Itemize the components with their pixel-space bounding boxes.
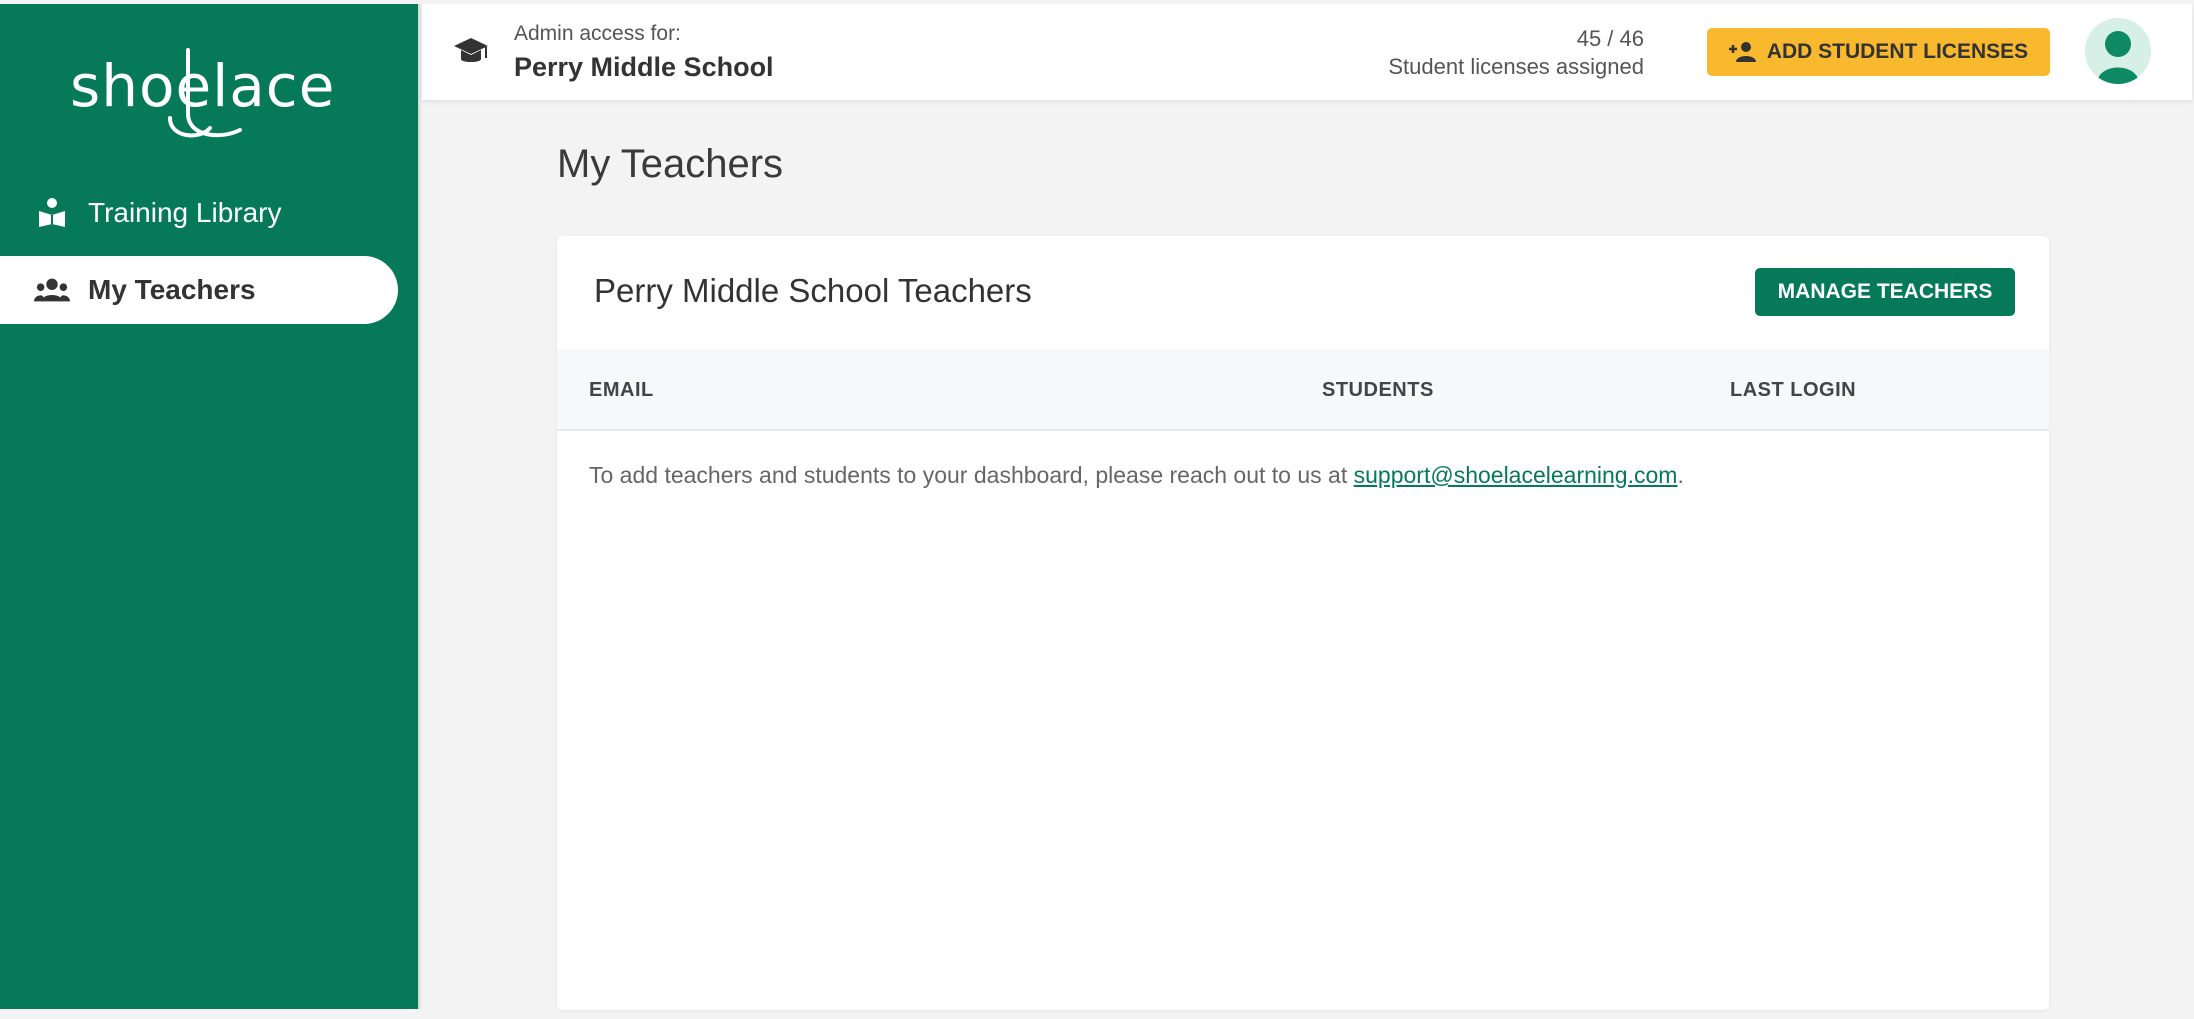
admin-access-label: Admin access for: — [514, 22, 681, 45]
sidebar-item-label: Training Library — [88, 197, 282, 228]
book-reader-icon — [34, 195, 70, 231]
manage-teachers-button[interactable]: MANAGE TEACHERS — [1755, 268, 2015, 316]
top-bar: Admin access for: Perry Middle School 45… — [422, 4, 2192, 100]
empty-state-period: . — [1677, 462, 1684, 488]
column-header-email[interactable]: EMAIL — [589, 379, 654, 402]
sidebar-shadow — [418, 4, 422, 1009]
table-header: EMAIL STUDENTS LAST LOGIN — [557, 349, 2049, 431]
add-student-licenses-label: ADD STUDENT LICENSES — [1766, 40, 2029, 63]
sidebar-item-label: My Teachers — [88, 274, 256, 305]
license-label: Student licenses assigned — [1388, 54, 1644, 79]
user-avatar-icon — [2085, 18, 2151, 84]
license-count: 45 / 46 — [1576, 26, 1644, 51]
column-header-last-login[interactable]: LAST LOGIN — [1730, 379, 1856, 402]
column-header-students[interactable]: STUDENTS — [1322, 379, 1434, 402]
add-student-licenses-button[interactable]: ADD STUDENT LICENSES — [1707, 28, 2050, 76]
sidebar: shoelace Training Library My Teachers — [0, 4, 418, 1009]
teachers-card: Perry Middle School Teachers MANAGE TEAC… — [557, 236, 2049, 1010]
sidebar-item-training-library[interactable]: Training Library — [0, 179, 398, 247]
sidebar-item-my-teachers[interactable]: My Teachers — [0, 256, 398, 324]
empty-state-message: To add teachers and students to your das… — [589, 462, 1684, 489]
school-name: Perry Middle School — [514, 52, 774, 82]
add-person-icon — [1728, 41, 1757, 63]
support-email-link[interactable]: support@shoelacelearning.com — [1354, 462, 1678, 488]
card-title: Perry Middle School Teachers — [594, 272, 1032, 309]
users-icon — [34, 272, 70, 308]
logo-lace-icon — [168, 48, 242, 138]
empty-state-text: To add teachers and students to your das… — [589, 462, 1354, 488]
graduation-cap-icon — [452, 32, 490, 70]
shoelace-logo[interactable]: shoelace — [70, 44, 334, 144]
user-avatar[interactable] — [2085, 18, 2151, 84]
page-title: My Teachers — [557, 142, 784, 186]
